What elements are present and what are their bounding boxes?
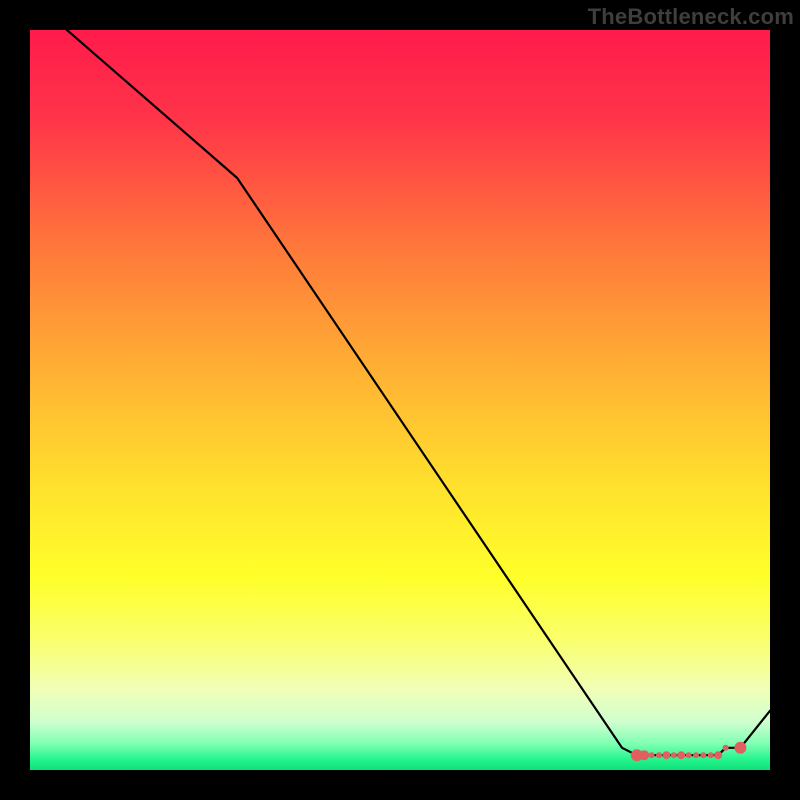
chart-background [30,30,770,770]
chart-container: TheBottleneck.com [0,0,800,800]
marker-point [734,742,746,754]
marker-point [708,752,714,758]
marker-point [693,752,699,758]
marker-point [649,752,655,758]
marker-point [671,752,677,758]
chart-svg [30,30,770,770]
watermark-text: TheBottleneck.com [588,4,794,30]
marker-point [723,745,729,751]
marker-point [639,750,649,760]
marker-point [686,752,692,758]
marker-point [677,751,685,759]
marker-point [656,752,662,758]
marker-point [662,751,670,759]
chart-plot [30,30,770,770]
marker-point [714,751,722,759]
marker-point [700,752,706,758]
